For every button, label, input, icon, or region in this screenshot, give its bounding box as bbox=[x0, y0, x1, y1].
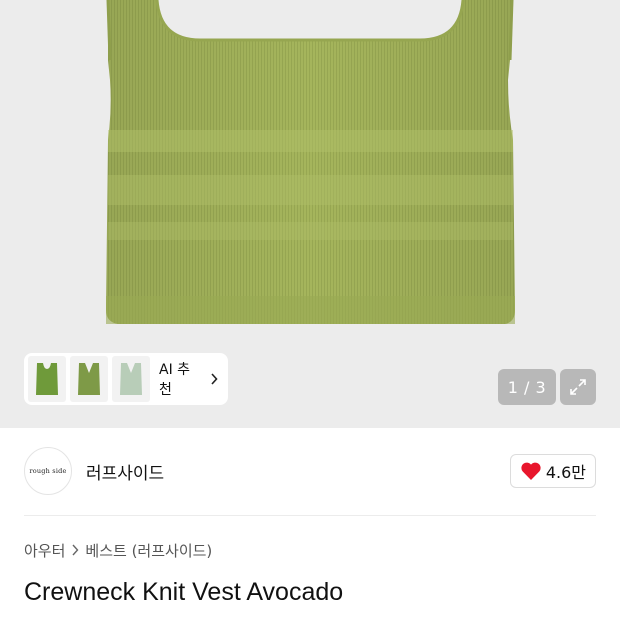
brand-logo[interactable]: rough side bbox=[24, 447, 72, 495]
chevron-right-icon bbox=[71, 544, 79, 556]
brand-row: rough side 러프사이드 4.6만 bbox=[24, 446, 596, 496]
chevron-right-icon bbox=[208, 372, 220, 386]
recommend-thumbnail-1 bbox=[28, 356, 66, 402]
recommend-thumbnail-2 bbox=[70, 356, 108, 402]
product-title: Crewneck Knit Vest Avocado bbox=[24, 578, 344, 606]
brand-name[interactable]: 러프사이드 bbox=[86, 459, 164, 484]
like-button[interactable]: 4.6만 bbox=[509, 454, 596, 488]
image-page-counter: 1 / 3 bbox=[498, 369, 556, 405]
breadcrumb: 아우터 베스트 (러프사이드) bbox=[24, 538, 212, 562]
product-image-carousel[interactable]: AI 추천 1 / 3 bbox=[0, 0, 620, 428]
ai-recommend-card[interactable]: AI 추천 bbox=[24, 353, 228, 405]
breadcrumb-item-outer[interactable]: 아우터 bbox=[24, 540, 65, 561]
recommend-thumbnail-3 bbox=[112, 356, 150, 402]
divider bbox=[24, 515, 596, 516]
heart-icon bbox=[521, 462, 541, 480]
ai-recommend-thumbnails bbox=[28, 356, 150, 402]
like-count: 4.6만 bbox=[545, 463, 586, 482]
brand-logo-text: rough side bbox=[29, 467, 67, 475]
expand-image-button[interactable] bbox=[560, 369, 596, 405]
expand-icon bbox=[570, 379, 586, 395]
ai-recommend-label: AI 추천 bbox=[159, 362, 191, 398]
breadcrumb-item-vest[interactable]: 베스트 (러프사이드) bbox=[85, 540, 212, 561]
